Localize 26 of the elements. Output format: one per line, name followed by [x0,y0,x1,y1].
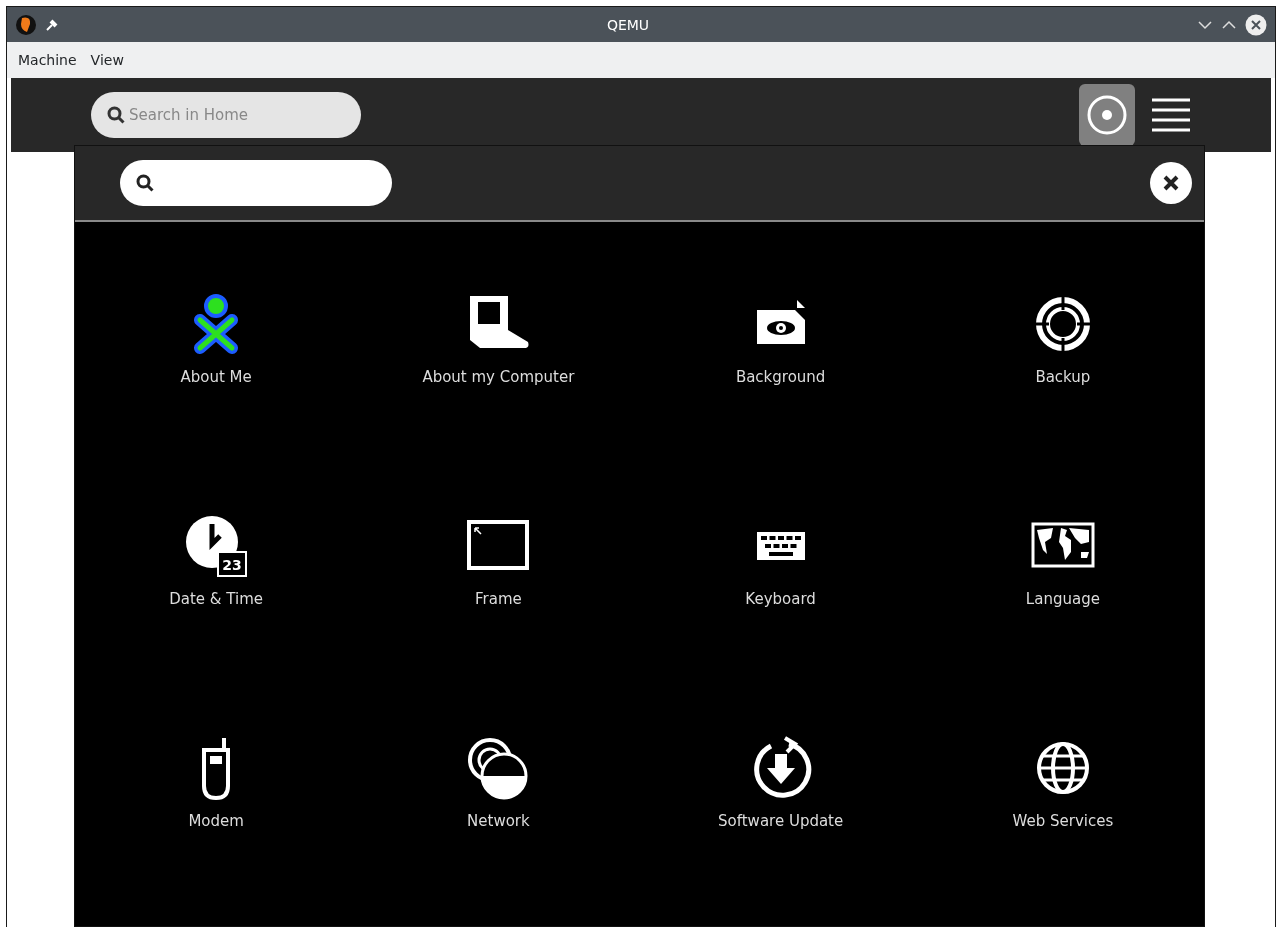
app-logo-icon [15,13,37,36]
settings-item[interactable]: Software Update [718,736,844,830]
close-icon [1162,174,1180,192]
settings-item[interactable]: Background [735,292,826,386]
settings-item[interactable]: Modem [184,736,249,830]
menu-item[interactable]: View [90,52,124,68]
menu-item[interactable]: Machine [18,52,77,68]
close-button[interactable] [1150,162,1192,204]
settings-item[interactable]: Backup [1030,292,1095,386]
search-icon [107,106,125,124]
close-icon[interactable] [1245,13,1267,36]
settings-item[interactable]: Network [466,736,531,830]
settings-item[interactable]: Frame [466,514,531,608]
home-view-icon [1086,94,1128,136]
settings-item[interactable]: 23 Date & Time [169,514,263,608]
settings-item[interactable]: About my Computer [422,292,575,386]
search-field[interactable]: Search in Home [91,92,361,138]
settings-item[interactable]: Keyboard [745,514,816,608]
search-icon [136,174,154,192]
window-title: QEMU [605,16,651,33]
settings-item[interactable]: Web Services [1012,736,1114,830]
settings-item[interactable]: Language [1025,514,1100,608]
search-field[interactable] [120,160,392,206]
view-button[interactable] [1079,84,1135,146]
list-view-icon [1150,98,1192,132]
settings-item[interactable]: About Me [180,292,252,386]
